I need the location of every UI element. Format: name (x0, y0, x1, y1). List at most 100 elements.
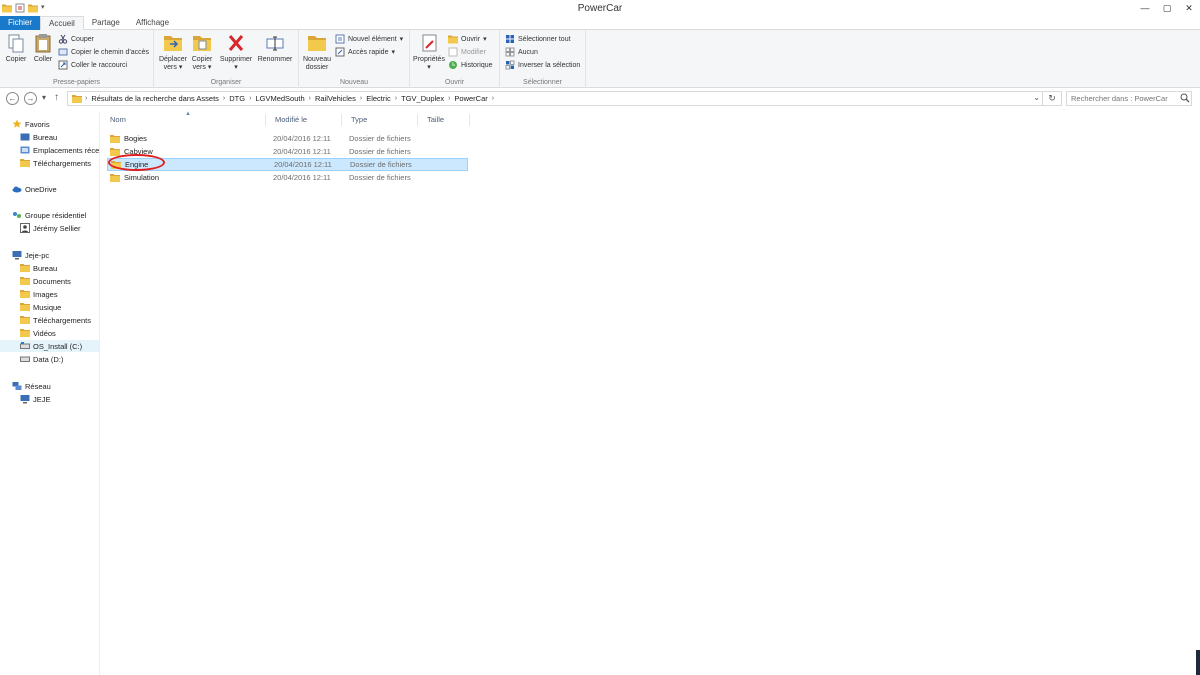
address-bar-row: ← → ▾ ↑ › Résultats de la recherche dans… (0, 89, 1200, 108)
column-header-modified[interactable]: Modifié le (266, 114, 342, 126)
address-chevron-down-icon[interactable]: ⌄ (1033, 93, 1040, 102)
address-bar[interactable]: › Résultats de la recherche dans Assets … (67, 91, 1043, 106)
new-group: Nouveau dossier Nouvel élément ▾ Accès r… (299, 30, 410, 88)
folder-icon[interactable] (2, 3, 12, 13)
search-input[interactable] (1066, 91, 1192, 106)
select-none-button[interactable]: Aucun (505, 46, 538, 58)
quick-access-toolbar: ▾ (2, 1, 51, 15)
chevron-right-icon[interactable]: › (492, 95, 494, 102)
invert-selection-button[interactable]: Inverser la sélection (505, 59, 580, 71)
open-button[interactable]: Ouvrir ▾ (448, 33, 487, 45)
file-type: Dossier de fichiers (350, 160, 412, 169)
breadcrumb-dtg[interactable]: DTG (229, 94, 245, 103)
new-folder-icon[interactable] (28, 3, 38, 13)
breadcrumb-lgvmedsouth[interactable]: LGVMedSouth (255, 94, 304, 103)
properties-button[interactable]: Propriétés ▾ (412, 32, 446, 72)
breadcrumb-tgv-duplex[interactable]: TGV_Duplex (401, 94, 444, 103)
new-item-button[interactable]: Nouvel élément ▾ (335, 33, 403, 45)
file-list: ▲ Nom Modifié le Type Taille Bogies 20/0… (101, 111, 1200, 675)
easy-access-button[interactable]: Accès rapide ▾ (335, 46, 395, 58)
open-icon (448, 34, 458, 44)
nav-pc-downloads[interactable]: Téléchargements (20, 314, 91, 326)
nav-homegroup[interactable]: Groupe résidentiel (12, 209, 86, 221)
breadcrumb-electric[interactable]: Electric (366, 94, 391, 103)
copy-to-button[interactable]: Copier vers ▾ (189, 32, 215, 72)
move-to-button[interactable]: Déplacer vers ▾ (158, 32, 188, 72)
nav-desktop[interactable]: Bureau (20, 131, 57, 143)
new-folder-button[interactable]: Nouveau dossier (302, 32, 332, 72)
cut-button[interactable]: Couper (58, 33, 94, 45)
nav-drive-d[interactable]: Data (D:) (20, 353, 63, 365)
properties-icon[interactable] (15, 3, 25, 13)
title-bar: ▾ PowerCar — ▢ ✕ (0, 0, 1200, 16)
back-button[interactable]: ← (6, 92, 19, 105)
chevron-right-icon[interactable]: › (360, 95, 362, 102)
paste-shortcut-button[interactable]: Coller le raccourci (58, 59, 127, 71)
nav-downloads[interactable]: Téléchargements (20, 157, 91, 169)
up-arrow-icon[interactable]: ↑ (54, 92, 59, 103)
nav-documents[interactable]: Documents (20, 275, 71, 287)
tab-view[interactable]: Affichage (128, 16, 177, 30)
nav-pictures[interactable]: Images (20, 288, 58, 300)
tab-share[interactable]: Partage (84, 16, 128, 30)
nav-recent-places[interactable]: Emplacements récents (20, 144, 99, 156)
search-icon[interactable] (1180, 93, 1190, 103)
copy-path-button[interactable]: Copier le chemin d'accès (58, 46, 149, 58)
table-row[interactable]: Cabview 20/04/2016 12:11 Dossier de fich… (107, 145, 468, 158)
edit-button[interactable]: Modifier (448, 46, 486, 58)
column-header-size[interactable]: Taille (418, 114, 470, 126)
breadcrumb-railvehicles[interactable]: RailVehicles (315, 94, 356, 103)
chevron-down-icon[interactable]: ▾ (41, 3, 51, 13)
tab-home[interactable]: Accueil (40, 16, 84, 31)
nav-onedrive[interactable]: OneDrive (12, 183, 57, 195)
file-name: Simulation (124, 173, 160, 182)
nav-network-jeje[interactable]: JEJE (20, 393, 51, 405)
rename-button[interactable]: Renommer (256, 32, 294, 64)
recent-locations-chevron-down-icon[interactable]: ▾ (42, 93, 46, 102)
chevron-right-icon[interactable]: › (309, 95, 311, 102)
computer-icon (20, 394, 30, 404)
chevron-right-icon[interactable]: › (85, 95, 87, 102)
close-button[interactable]: ✕ (1178, 0, 1200, 16)
select-all-button[interactable]: Sélectionner tout (505, 33, 571, 45)
nav-pc-desktop[interactable]: Bureau (20, 262, 57, 274)
nav-network[interactable]: Réseau (12, 380, 51, 392)
breadcrumb-powercar[interactable]: PowerCar (454, 94, 487, 103)
minimize-button[interactable]: — (1134, 0, 1156, 16)
nav-drive-c[interactable]: OS_Install (C:) (0, 340, 99, 352)
chevron-right-icon[interactable]: › (395, 95, 397, 102)
chevron-right-icon[interactable]: › (249, 95, 251, 102)
nav-music[interactable]: Musique (20, 301, 61, 313)
clipboard-group-label: Presse-papiers (52, 79, 101, 86)
column-header-name[interactable]: Nom (101, 114, 266, 126)
drive-icon (20, 354, 30, 364)
nav-favorites[interactable]: Favoris (12, 118, 50, 130)
folder-icon (110, 147, 120, 156)
delete-button[interactable]: Supprimer ▾ (218, 32, 254, 72)
column-header-type[interactable]: Type (342, 114, 418, 126)
maximize-button[interactable]: ▢ (1156, 0, 1178, 16)
homegroup-icon (12, 210, 22, 220)
file-date: 20/04/2016 12:11 (273, 147, 331, 156)
edit-icon (448, 47, 458, 57)
invert-selection-icon (505, 60, 515, 70)
refresh-button[interactable]: ↻ (1043, 91, 1062, 106)
nav-homegroup-user[interactable]: Jérémy Sellier (20, 222, 81, 234)
copy-button[interactable]: Copier (4, 32, 28, 64)
history-button[interactable]: Historique (448, 59, 493, 71)
copy-to-icon (191, 32, 213, 54)
breadcrumb-search-results[interactable]: Résultats de la recherche dans Assets (91, 94, 219, 103)
forward-button[interactable]: → (24, 92, 37, 105)
chevron-right-icon[interactable]: › (223, 95, 225, 102)
copy-icon (5, 32, 27, 54)
tab-file[interactable]: Fichier (0, 16, 41, 30)
folder-icon (110, 173, 120, 182)
table-row[interactable]: Simulation 20/04/2016 12:11 Dossier de f… (107, 171, 468, 184)
annotation-red-circle (108, 154, 165, 171)
paste-button[interactable]: Coller (30, 32, 56, 64)
cloud-icon (12, 184, 22, 194)
nav-this-pc[interactable]: Jeje-pc (12, 249, 49, 261)
table-row[interactable]: Bogies 20/04/2016 12:11 Dossier de fichi… (107, 132, 468, 145)
nav-videos[interactable]: Vidéos (20, 327, 56, 339)
chevron-right-icon[interactable]: › (448, 95, 450, 102)
